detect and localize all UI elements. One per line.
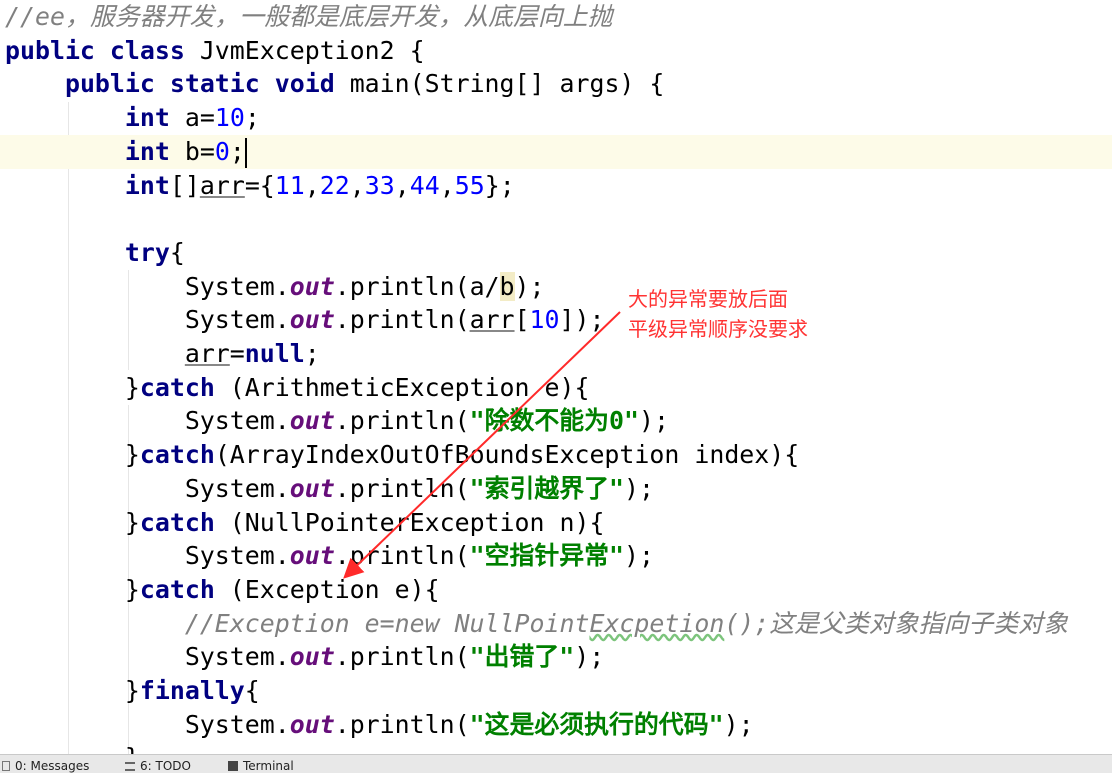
messages-icon	[2, 761, 10, 771]
todo-tab-label: 6: TODO	[140, 759, 191, 773]
annotation-line: 大的异常要放后面	[628, 287, 788, 311]
terminal-tab-label: Terminal	[243, 759, 294, 773]
terminal-icon	[228, 761, 238, 771]
terminal-tab[interactable]: Terminal	[228, 759, 294, 773]
todo-tab[interactable]: 6: TODO	[125, 759, 191, 773]
messages-tab-label: 0: Messages	[15, 759, 90, 773]
annotation-line: 平级异常顺序没要求	[628, 317, 808, 341]
todo-list-icon	[125, 761, 135, 771]
annotation-note: 大的异常要放后面 平级异常顺序没要求	[628, 284, 808, 344]
messages-tab[interactable]: 0: Messages	[2, 759, 89, 773]
annotation-arrow	[343, 311, 621, 579]
tool-window-bar: 0: Messages 6: TODO Terminal	[0, 754, 1112, 773]
